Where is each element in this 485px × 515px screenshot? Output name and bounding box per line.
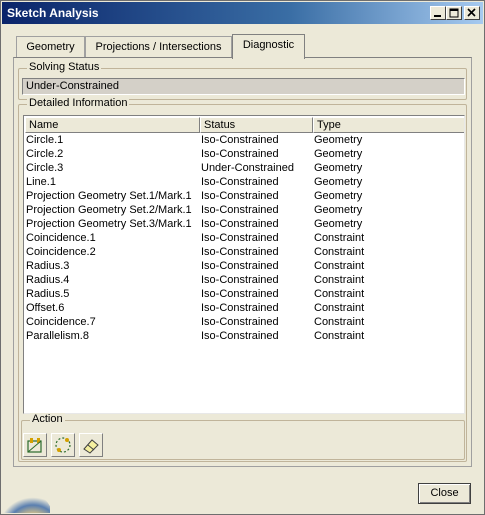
app-logo — [4, 493, 50, 513]
status-cell: Iso-Constrained — [201, 176, 279, 188]
name-cell: Circle.3 — [26, 162, 64, 174]
maximize-button[interactable] — [446, 6, 462, 20]
list-item[interactable]: Line.1 Iso-Constrained Geometry — [26, 175, 464, 189]
type-cell: Constraint — [314, 246, 365, 258]
type-cell: Constraint — [314, 316, 365, 328]
type-cell: Constraint — [314, 274, 365, 286]
name-cell: Parallelism.8 — [26, 330, 89, 342]
type-cell: Geometry — [314, 134, 363, 146]
column-header-type[interactable]: Type — [313, 117, 464, 133]
name-cell: Coincidence.1 — [26, 232, 96, 244]
list-item[interactable]: Circle.2 Iso-Constrained Geometry — [26, 147, 464, 161]
type-cell: Constraint — [314, 302, 365, 314]
list-item[interactable]: Radius.4 Iso-Constrained Constraint — [26, 273, 464, 287]
type-cell: Geometry — [314, 162, 363, 174]
status-cell: Iso-Constrained — [201, 190, 279, 202]
status-cell: Iso-Constrained — [201, 134, 279, 146]
fix-constraint-button[interactable] — [23, 433, 47, 457]
status-cell: Iso-Constrained — [201, 204, 279, 216]
window-title: Sketch Analysis — [7, 6, 99, 20]
type-cell: Constraint — [314, 288, 365, 300]
column-header-name[interactable]: Name — [25, 117, 200, 133]
status-cell: Iso-Constrained — [201, 274, 279, 286]
solving-status-label: Solving Status — [27, 61, 102, 73]
list-item[interactable]: Offset.6 Iso-Constrained Constraint — [26, 301, 464, 315]
close-icon — [467, 8, 476, 17]
tab-diagnostic[interactable]: Diagnostic — [232, 34, 305, 59]
status-cell: Iso-Constrained — [201, 260, 279, 272]
name-cell: Circle.2 — [26, 148, 64, 160]
action-label: Action — [30, 413, 65, 425]
name-cell: Projection Geometry Set.3/Mark.1 — [26, 218, 192, 230]
status-cell: Iso-Constrained — [201, 330, 279, 342]
solving-status-field: Under-Constrained — [22, 78, 465, 95]
column-header-status[interactable]: Status — [200, 117, 313, 133]
tab-geometry[interactable]: Geometry — [16, 36, 85, 58]
list-item[interactable]: Circle.1 Iso-Constrained Geometry — [26, 133, 464, 147]
name-cell: Radius.4 — [26, 274, 70, 286]
list-item[interactable]: Coincidence.1 Iso-Constrained Constraint — [26, 231, 464, 245]
status-cell: Iso-Constrained — [201, 288, 279, 300]
hide-geometry-button[interactable] — [51, 433, 75, 457]
hide-geometry-icon — [55, 437, 71, 453]
minimize-button[interactable] — [430, 6, 446, 20]
list-rows: Circle.1 Iso-Constrained Geometry Circle.2 I… — [26, 133, 464, 343]
fix-constraint-icon — [27, 438, 42, 453]
maximize-icon — [449, 8, 459, 18]
status-cell: Iso-Constrained — [201, 316, 279, 328]
type-cell: Constraint — [314, 330, 365, 342]
name-cell: Coincidence.2 — [26, 246, 96, 258]
type-cell: Geometry — [314, 176, 363, 188]
detailed-information-label: Detailed Information — [27, 97, 130, 109]
sketch-analysis-dialog: Sketch Analysis Geometry Projections / I… — [0, 0, 485, 515]
tab-projections-intersections[interactable]: Projections / Intersections — [85, 36, 232, 58]
name-cell: Circle.1 — [26, 134, 64, 146]
name-cell: Radius.5 — [26, 288, 70, 300]
list-item[interactable]: Projection Geometry Set.1/Mark.1 Iso-Cons… — [26, 189, 464, 203]
list-item[interactable]: Radius.3 Iso-Constrained Constraint — [26, 259, 464, 273]
minimize-icon — [434, 15, 441, 17]
list-item[interactable]: Parallelism.8 Iso-Constrained Constraint — [26, 329, 464, 343]
status-cell: Under-Constrained — [201, 162, 294, 174]
status-cell: Iso-Constrained — [201, 302, 279, 314]
list-item[interactable]: Radius.5 Iso-Constrained Constraint — [26, 287, 464, 301]
status-cell: Iso-Constrained — [201, 218, 279, 230]
type-cell: Geometry — [314, 148, 363, 160]
close-window-button[interactable] — [464, 6, 480, 20]
status-cell: Iso-Constrained — [201, 246, 279, 258]
close-button[interactable]: Close — [418, 483, 471, 504]
type-cell: Constraint — [314, 260, 365, 272]
eraser-button[interactable] — [79, 433, 103, 457]
name-cell: Projection Geometry Set.1/Mark.1 — [26, 190, 192, 202]
type-cell: Geometry — [314, 204, 363, 216]
name-cell: Projection Geometry Set.2/Mark.1 — [26, 204, 192, 216]
type-cell: Geometry — [314, 218, 363, 230]
diagnostic-panel: Solving Status Under-Constrained Detaile… — [13, 57, 472, 467]
list-item[interactable]: Projection Geometry Set.2/Mark.1 Iso-Cons… — [26, 203, 464, 217]
list-item[interactable]: Coincidence.2 Iso-Constrained Constraint — [26, 245, 464, 259]
name-cell: Coincidence.7 — [26, 316, 96, 328]
list-item[interactable]: Circle.3 Under-Constrained Geometry — [26, 161, 464, 175]
name-cell: Line.1 — [26, 176, 56, 188]
name-cell: Offset.6 — [26, 302, 65, 314]
list-item[interactable]: Coincidence.7 Iso-Constrained Constraint — [26, 315, 464, 329]
type-cell: Geometry — [314, 190, 363, 202]
detailed-information-list[interactable]: Name Status Type Circle.1 Iso-Constrained… — [23, 115, 465, 414]
eraser-icon — [83, 439, 99, 454]
status-cell: Iso-Constrained — [201, 148, 279, 160]
status-cell: Iso-Constrained — [201, 232, 279, 244]
type-cell: Constraint — [314, 232, 365, 244]
name-cell: Radius.3 — [26, 260, 70, 272]
list-item[interactable]: Projection Geometry Set.3/Mark.1 Iso-Cons… — [26, 217, 464, 231]
title-bar[interactable]: Sketch Analysis — [2, 2, 483, 24]
